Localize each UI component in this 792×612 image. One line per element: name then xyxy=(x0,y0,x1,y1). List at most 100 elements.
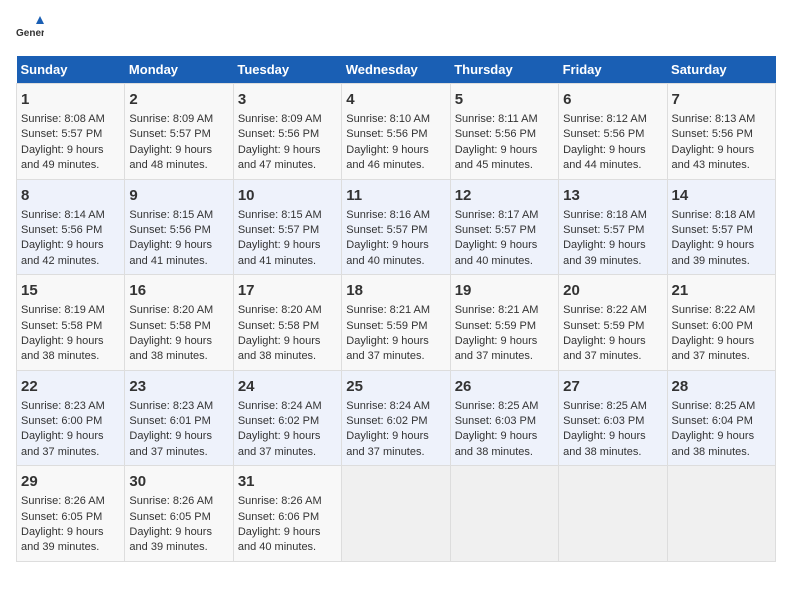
calendar-day-header: Saturday xyxy=(667,56,775,84)
calendar-cell: 5Sunrise: 8:11 AM Sunset: 5:56 PM Daylig… xyxy=(450,84,558,180)
day-number: 3 xyxy=(238,89,337,110)
day-number: 24 xyxy=(238,376,337,397)
day-number: 16 xyxy=(129,280,228,301)
calendar-cell: 12Sunrise: 8:17 AM Sunset: 5:57 PM Dayli… xyxy=(450,179,558,275)
day-number: 21 xyxy=(672,280,771,301)
calendar-cell: 27Sunrise: 8:25 AM Sunset: 6:03 PM Dayli… xyxy=(559,370,667,466)
calendar-cell: 28Sunrise: 8:25 AM Sunset: 6:04 PM Dayli… xyxy=(667,370,775,466)
day-info: Sunrise: 8:08 AM Sunset: 5:57 PM Dayligh… xyxy=(21,112,120,174)
day-number: 2 xyxy=(129,89,228,110)
calendar-cell: 15Sunrise: 8:19 AM Sunset: 5:58 PM Dayli… xyxy=(17,275,125,371)
day-info: Sunrise: 8:24 AM Sunset: 6:02 PM Dayligh… xyxy=(346,399,445,461)
calendar-day-header: Thursday xyxy=(450,56,558,84)
day-info: Sunrise: 8:26 AM Sunset: 6:05 PM Dayligh… xyxy=(21,494,120,556)
calendar-day-header: Friday xyxy=(559,56,667,84)
day-info: Sunrise: 8:21 AM Sunset: 5:59 PM Dayligh… xyxy=(455,303,554,365)
day-info: Sunrise: 8:18 AM Sunset: 5:57 PM Dayligh… xyxy=(563,208,662,270)
calendar-table: SundayMondayTuesdayWednesdayThursdayFrid… xyxy=(16,56,776,562)
calendar-cell: 10Sunrise: 8:15 AM Sunset: 5:57 PM Dayli… xyxy=(233,179,341,275)
calendar-cell: 18Sunrise: 8:21 AM Sunset: 5:59 PM Dayli… xyxy=(342,275,450,371)
calendar-cell: 4Sunrise: 8:10 AM Sunset: 5:56 PM Daylig… xyxy=(342,84,450,180)
day-info: Sunrise: 8:20 AM Sunset: 5:58 PM Dayligh… xyxy=(238,303,337,365)
day-number: 28 xyxy=(672,376,771,397)
day-number: 29 xyxy=(21,471,120,492)
day-info: Sunrise: 8:26 AM Sunset: 6:06 PM Dayligh… xyxy=(238,494,337,556)
calendar-cell: 11Sunrise: 8:16 AM Sunset: 5:57 PM Dayli… xyxy=(342,179,450,275)
calendar-cell: 8Sunrise: 8:14 AM Sunset: 5:56 PM Daylig… xyxy=(17,179,125,275)
calendar-cell: 13Sunrise: 8:18 AM Sunset: 5:57 PM Dayli… xyxy=(559,179,667,275)
day-info: Sunrise: 8:21 AM Sunset: 5:59 PM Dayligh… xyxy=(346,303,445,365)
day-info: Sunrise: 8:12 AM Sunset: 5:56 PM Dayligh… xyxy=(563,112,662,174)
day-number: 13 xyxy=(563,185,662,206)
day-number: 1 xyxy=(21,89,120,110)
day-number: 10 xyxy=(238,185,337,206)
calendar-cell: 2Sunrise: 8:09 AM Sunset: 5:57 PM Daylig… xyxy=(125,84,233,180)
calendar-day-header: Tuesday xyxy=(233,56,341,84)
day-number: 5 xyxy=(455,89,554,110)
day-info: Sunrise: 8:15 AM Sunset: 5:56 PM Dayligh… xyxy=(129,208,228,270)
calendar-cell: 6Sunrise: 8:12 AM Sunset: 5:56 PM Daylig… xyxy=(559,84,667,180)
calendar-week-row: 29Sunrise: 8:26 AM Sunset: 6:05 PM Dayli… xyxy=(17,466,776,562)
calendar-cell: 3Sunrise: 8:09 AM Sunset: 5:56 PM Daylig… xyxy=(233,84,341,180)
day-info: Sunrise: 8:14 AM Sunset: 5:56 PM Dayligh… xyxy=(21,208,120,270)
day-number: 30 xyxy=(129,471,228,492)
calendar-day-header: Sunday xyxy=(17,56,125,84)
day-number: 27 xyxy=(563,376,662,397)
day-info: Sunrise: 8:23 AM Sunset: 6:01 PM Dayligh… xyxy=(129,399,228,461)
day-number: 26 xyxy=(455,376,554,397)
day-number: 23 xyxy=(129,376,228,397)
calendar-day-header: Monday xyxy=(125,56,233,84)
day-info: Sunrise: 8:09 AM Sunset: 5:57 PM Dayligh… xyxy=(129,112,228,174)
calendar-cell: 20Sunrise: 8:22 AM Sunset: 5:59 PM Dayli… xyxy=(559,275,667,371)
day-info: Sunrise: 8:25 AM Sunset: 6:04 PM Dayligh… xyxy=(672,399,771,461)
day-number: 17 xyxy=(238,280,337,301)
calendar-cell: 19Sunrise: 8:21 AM Sunset: 5:59 PM Dayli… xyxy=(450,275,558,371)
calendar-cell: 7Sunrise: 8:13 AM Sunset: 5:56 PM Daylig… xyxy=(667,84,775,180)
svg-text:General: General xyxy=(16,28,44,39)
day-info: Sunrise: 8:24 AM Sunset: 6:02 PM Dayligh… xyxy=(238,399,337,461)
day-number: 25 xyxy=(346,376,445,397)
calendar-cell xyxy=(559,466,667,562)
calendar-cell: 23Sunrise: 8:23 AM Sunset: 6:01 PM Dayli… xyxy=(125,370,233,466)
calendar-cell: 17Sunrise: 8:20 AM Sunset: 5:58 PM Dayli… xyxy=(233,275,341,371)
calendar-cell: 30Sunrise: 8:26 AM Sunset: 6:05 PM Dayli… xyxy=(125,466,233,562)
day-number: 20 xyxy=(563,280,662,301)
calendar-cell xyxy=(667,466,775,562)
day-number: 6 xyxy=(563,89,662,110)
day-number: 8 xyxy=(21,185,120,206)
day-info: Sunrise: 8:26 AM Sunset: 6:05 PM Dayligh… xyxy=(129,494,228,556)
day-number: 7 xyxy=(672,89,771,110)
day-number: 18 xyxy=(346,280,445,301)
calendar-body: 1Sunrise: 8:08 AM Sunset: 5:57 PM Daylig… xyxy=(17,84,776,562)
calendar-cell xyxy=(450,466,558,562)
calendar-header-row: SundayMondayTuesdayWednesdayThursdayFrid… xyxy=(17,56,776,84)
calendar-cell: 24Sunrise: 8:24 AM Sunset: 6:02 PM Dayli… xyxy=(233,370,341,466)
day-info: Sunrise: 8:22 AM Sunset: 5:59 PM Dayligh… xyxy=(563,303,662,365)
calendar-cell: 26Sunrise: 8:25 AM Sunset: 6:03 PM Dayli… xyxy=(450,370,558,466)
calendar-week-row: 22Sunrise: 8:23 AM Sunset: 6:00 PM Dayli… xyxy=(17,370,776,466)
calendar-week-row: 8Sunrise: 8:14 AM Sunset: 5:56 PM Daylig… xyxy=(17,179,776,275)
logo: General xyxy=(16,16,46,44)
calendar-cell: 29Sunrise: 8:26 AM Sunset: 6:05 PM Dayli… xyxy=(17,466,125,562)
day-info: Sunrise: 8:10 AM Sunset: 5:56 PM Dayligh… xyxy=(346,112,445,174)
calendar-cell: 21Sunrise: 8:22 AM Sunset: 6:00 PM Dayli… xyxy=(667,275,775,371)
day-info: Sunrise: 8:11 AM Sunset: 5:56 PM Dayligh… xyxy=(455,112,554,174)
day-number: 9 xyxy=(129,185,228,206)
day-number: 15 xyxy=(21,280,120,301)
calendar-cell: 22Sunrise: 8:23 AM Sunset: 6:00 PM Dayli… xyxy=(17,370,125,466)
calendar-cell xyxy=(342,466,450,562)
day-info: Sunrise: 8:18 AM Sunset: 5:57 PM Dayligh… xyxy=(672,208,771,270)
day-number: 19 xyxy=(455,280,554,301)
day-number: 31 xyxy=(238,471,337,492)
day-number: 4 xyxy=(346,89,445,110)
calendar-cell: 9Sunrise: 8:15 AM Sunset: 5:56 PM Daylig… xyxy=(125,179,233,275)
logo-icon: General xyxy=(16,16,44,44)
calendar-day-header: Wednesday xyxy=(342,56,450,84)
day-info: Sunrise: 8:20 AM Sunset: 5:58 PM Dayligh… xyxy=(129,303,228,365)
day-info: Sunrise: 8:09 AM Sunset: 5:56 PM Dayligh… xyxy=(238,112,337,174)
calendar-cell: 14Sunrise: 8:18 AM Sunset: 5:57 PM Dayli… xyxy=(667,179,775,275)
calendar-cell: 31Sunrise: 8:26 AM Sunset: 6:06 PM Dayli… xyxy=(233,466,341,562)
calendar-cell: 25Sunrise: 8:24 AM Sunset: 6:02 PM Dayli… xyxy=(342,370,450,466)
day-info: Sunrise: 8:13 AM Sunset: 5:56 PM Dayligh… xyxy=(672,112,771,174)
day-info: Sunrise: 8:23 AM Sunset: 6:00 PM Dayligh… xyxy=(21,399,120,461)
